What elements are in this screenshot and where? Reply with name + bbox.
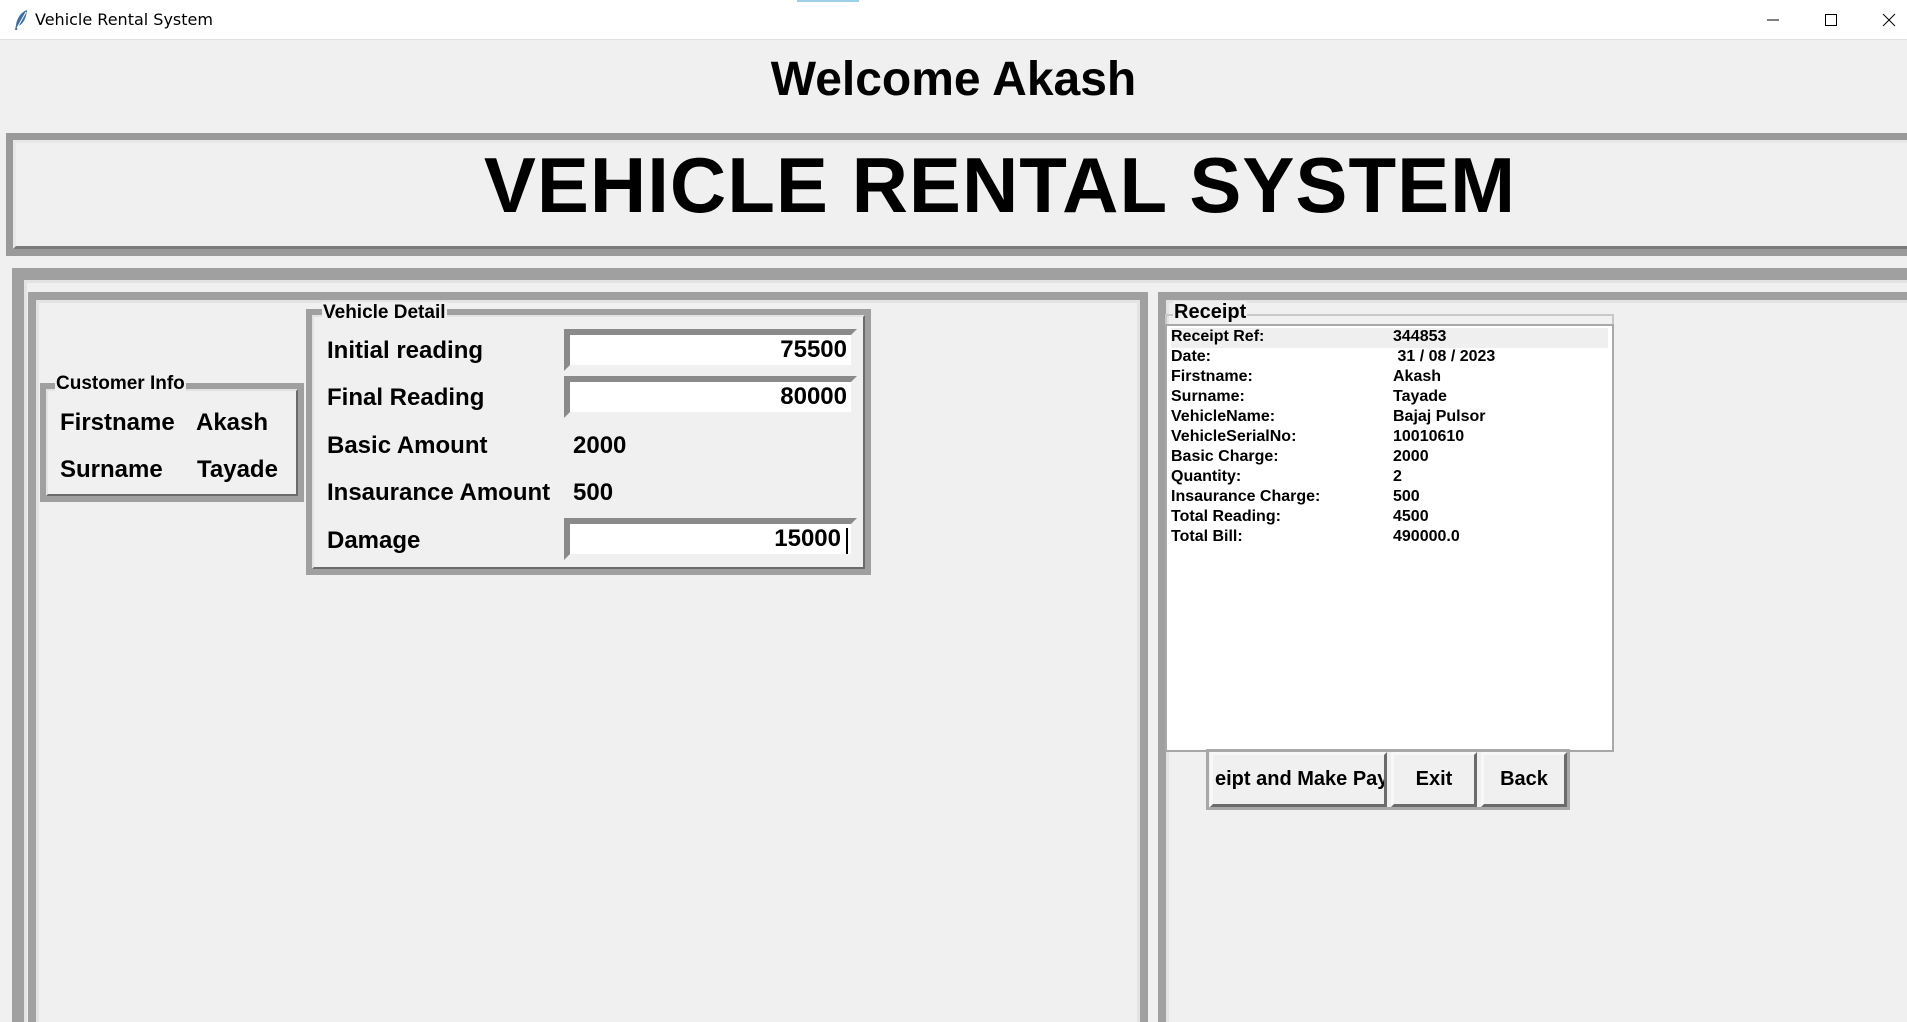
receipt-key: VehicleSerialNo: xyxy=(1171,428,1297,445)
receipt-key: Basic Charge: xyxy=(1171,448,1279,465)
insurance-amount-value: 500 xyxy=(573,479,614,506)
customer-firstname-value: Akash xyxy=(196,409,269,436)
receipt-value: Bajaj Pulsor xyxy=(1393,408,1486,425)
title-bar: Vehicle Rental System xyxy=(0,0,1907,40)
basic-amount-value: 2000 xyxy=(573,432,627,459)
receipt-key: Total Reading: xyxy=(1171,508,1281,525)
insurance-amount-label: Insaurance Amount xyxy=(327,479,551,506)
receipt-key: Receipt Ref: xyxy=(1171,328,1265,345)
receipt-text-area[interactable]: Receipt Ref: 344853 Date: 31 / 08 / 2023… xyxy=(1165,324,1614,752)
customer-firstname-label: Firstname xyxy=(60,409,175,436)
initial-reading-input[interactable] xyxy=(570,335,851,365)
feather-icon xyxy=(15,10,27,30)
receipt-value: 490000.0 xyxy=(1393,528,1460,545)
title-bar-accent xyxy=(797,0,859,2)
receipt-value: Tayade xyxy=(1393,388,1447,405)
receipt-key: Date: xyxy=(1171,348,1212,365)
customer-surname-label: Surname xyxy=(60,456,163,483)
receipt-value: 2 xyxy=(1393,468,1402,485)
receipt-key: Total Bill: xyxy=(1171,528,1243,545)
receipt-title: Receipt xyxy=(1173,301,1248,324)
app-window: Vehicle Rental System Welcome Akash VEHI… xyxy=(0,0,1907,1022)
maximize-button[interactable] xyxy=(1803,0,1859,40)
basic-amount-label: Basic Amount xyxy=(327,432,488,459)
receipt-key: VehicleName: xyxy=(1171,408,1276,425)
customer-info-title: Customer Info xyxy=(55,373,186,395)
close-button[interactable] xyxy=(1861,0,1907,40)
close-icon xyxy=(1882,13,1896,27)
receipt-key: Firstname: xyxy=(1171,368,1253,385)
receipt-payment-button[interactable]: eipt and Make Payr xyxy=(1210,752,1387,807)
receipt-value: 10010610 xyxy=(1393,428,1465,445)
receipt-value: 4500 xyxy=(1393,508,1429,525)
initial-reading-field[interactable] xyxy=(564,329,857,371)
receipt-value: Akash xyxy=(1393,368,1442,385)
banner-title: VEHICLE RENTAL SYSTEM xyxy=(483,141,1517,229)
damage-input[interactable] xyxy=(570,524,851,554)
maximize-icon xyxy=(1825,14,1837,26)
receipt-value: 500 xyxy=(1393,488,1420,505)
damage-label: Damage xyxy=(327,527,421,554)
receipt-key: Surname: xyxy=(1171,388,1245,405)
welcome-heading: Welcome Akash xyxy=(770,53,1137,106)
receipt-value: 2000 xyxy=(1393,448,1429,465)
minimize-icon xyxy=(1767,19,1779,21)
receipt-key: Insaurance Charge: xyxy=(1171,488,1321,505)
back-button[interactable]: Back xyxy=(1481,752,1567,807)
window-title: Vehicle Rental System xyxy=(35,10,213,29)
final-reading-input[interactable] xyxy=(570,382,851,412)
text-caret xyxy=(846,528,848,554)
final-reading-label: Final Reading xyxy=(327,384,485,411)
receipt-row: Receipt Ref: 344853 xyxy=(1171,328,1608,348)
final-reading-field[interactable] xyxy=(564,376,857,418)
receipt-value: 344853 xyxy=(1393,328,1447,345)
receipt-value: 31 / 08 / 2023 xyxy=(1393,348,1496,365)
customer-info-frame xyxy=(40,383,304,502)
receipt-key: Quantity: xyxy=(1171,468,1242,485)
exit-button[interactable]: Exit xyxy=(1391,752,1477,807)
vehicle-detail-title: Vehicle Detail xyxy=(322,302,447,324)
initial-reading-label: Initial reading xyxy=(327,337,484,364)
damage-field[interactable] xyxy=(564,518,857,560)
customer-surname-value: Tayade xyxy=(197,456,278,483)
minimize-button[interactable] xyxy=(1745,0,1801,40)
